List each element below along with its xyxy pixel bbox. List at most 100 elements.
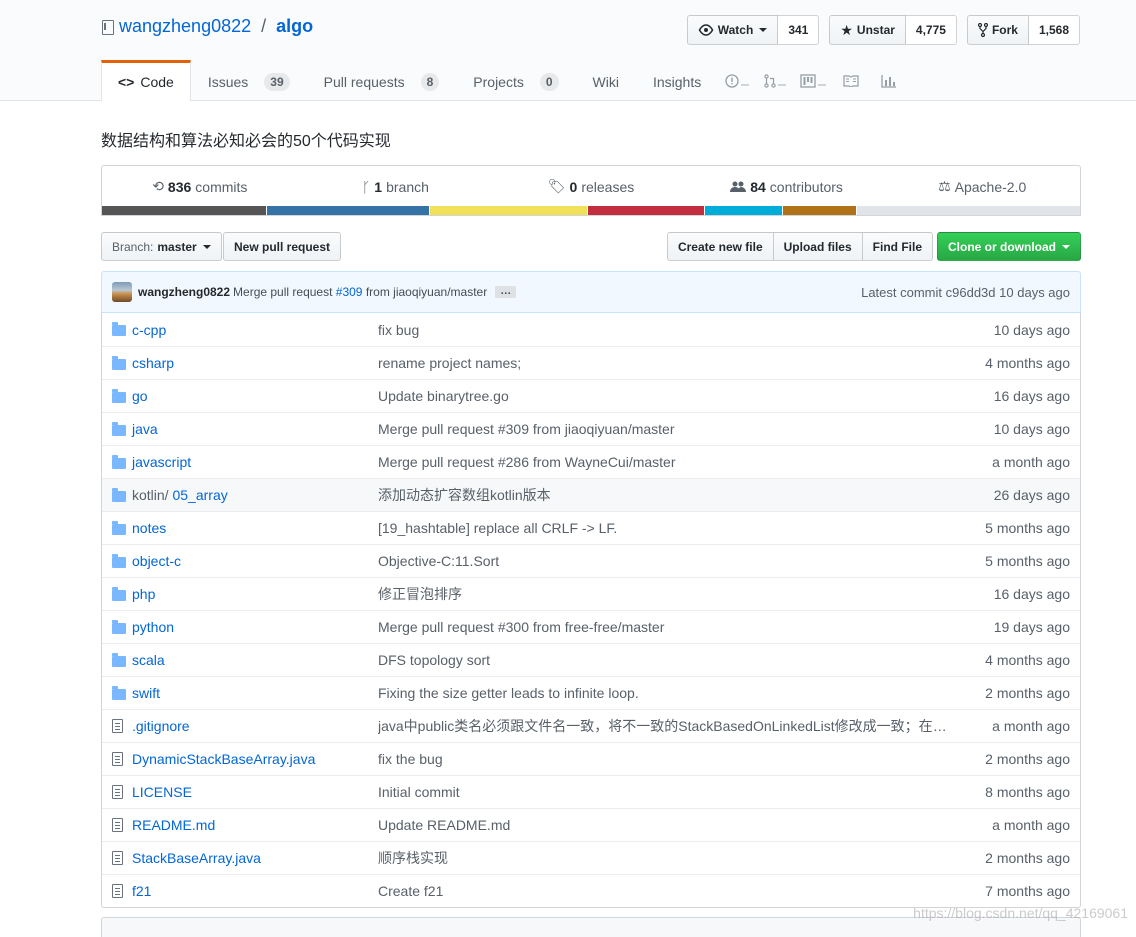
commit-message-link[interactable]: Update binarytree.go	[378, 388, 958, 404]
table-row[interactable]: python Merge pull request #300 from free-…	[102, 610, 1080, 643]
commit-message-link[interactable]: Merge pull request #300 from free-free/m…	[378, 619, 958, 635]
commit-message-link[interactable]: rename project names;	[378, 355, 958, 371]
issue-opened-icon[interactable]	[718, 60, 756, 101]
file-link[interactable]: swift	[132, 685, 160, 701]
file-link[interactable]: python	[132, 619, 174, 635]
table-row[interactable]: StackBaseArray.java 顺序栈实现 2 months ago	[102, 841, 1080, 874]
file-link[interactable]: 05_array	[172, 487, 227, 503]
commit-message-link[interactable]: 添加动态扩容数组kotlin版本	[378, 485, 958, 505]
table-row[interactable]: csharprename project names;4 months ago	[102, 346, 1080, 379]
watch-count[interactable]: 341	[778, 15, 819, 45]
file-link[interactable]: .gitignore	[132, 718, 190, 734]
file-icon	[112, 784, 132, 800]
expand-commit-button[interactable]: …	[495, 286, 516, 298]
commit-sha-link[interactable]: c96dd3d	[946, 285, 996, 300]
commit-age: 2 months ago	[985, 850, 1070, 866]
unstar-button[interactable]: ★ Unstar	[829, 15, 906, 45]
commit-age: a month ago	[992, 454, 1070, 470]
repo-name-link[interactable]: algo	[276, 16, 313, 37]
table-row[interactable]: README.mdUpdate README.mda month ago	[102, 808, 1080, 841]
commit-message-link[interactable]: DFS topology sort	[378, 652, 958, 668]
table-row[interactable]: .gitignore java中public类名必须跟文件名一致，将不一致的Sta…	[102, 709, 1080, 742]
file-name: scala	[132, 652, 378, 668]
create-new-file-button[interactable]: Create new file	[667, 232, 774, 261]
file-link[interactable]: c-cpp	[132, 322, 166, 338]
table-row[interactable]: object-cObjective-C:11.Sort5 months ago	[102, 544, 1080, 577]
tab-pull-requests[interactable]: Pull requests 8	[307, 60, 457, 101]
commit-message-link[interactable]: Initial commit	[378, 784, 958, 800]
branches-link[interactable]: ᚴ 1 branch	[298, 166, 494, 207]
file-link[interactable]: LICENSE	[132, 784, 192, 800]
table-row[interactable]: DynamicStackBaseArray.javafix the bug2 m…	[102, 742, 1080, 775]
git-pull-request-icon[interactable]	[756, 60, 794, 101]
graph-icon[interactable]	[870, 60, 908, 101]
tab-projects[interactable]: Projects 0	[456, 60, 575, 101]
file-link[interactable]: java	[132, 421, 158, 437]
fork-button[interactable]: Fork	[967, 15, 1029, 45]
new-pull-request-button[interactable]: New pull request	[223, 232, 341, 261]
find-file-button[interactable]: Find File	[863, 232, 933, 261]
file-link[interactable]: DynamicStackBaseArray.java	[132, 751, 315, 767]
branch-select-button[interactable]: Branch: master	[101, 232, 222, 261]
file-link[interactable]: StackBaseArray.java	[132, 850, 261, 866]
tab-issues[interactable]: Issues 39	[191, 60, 307, 101]
language-bar[interactable]	[102, 206, 1080, 215]
commit-message-link[interactable]: [19_hashtable] replace all CRLF -> LF.	[378, 520, 958, 536]
table-row[interactable]: swift Fixing the size getter leads to inf…	[102, 676, 1080, 709]
commit-message-link[interactable]: Merge pull request #286 from WayneCui/ma…	[378, 454, 958, 470]
releases-link[interactable]: 🏷 0 releases	[493, 166, 689, 207]
table-row[interactable]: scalaDFS topology sort4 months ago	[102, 643, 1080, 676]
file-link[interactable]: notes	[132, 520, 166, 536]
table-row[interactable]: f21Create f217 months ago	[102, 874, 1080, 907]
latest-commit-label: Latest commit	[861, 285, 942, 300]
language-segment	[783, 206, 857, 215]
file-name: object-c	[132, 553, 378, 569]
license-link[interactable]: ⚖ Apache-2.0	[884, 166, 1080, 207]
commits-link[interactable]: ⟲ 836 commits	[102, 166, 298, 207]
commit-author[interactable]: wangzheng0822	[138, 285, 230, 299]
commit-pr-link[interactable]: #309	[336, 285, 363, 299]
avatar[interactable]	[112, 282, 132, 302]
clone-or-download-button[interactable]: Clone or download	[937, 232, 1081, 261]
commit-message-link[interactable]: 顺序栈实现	[378, 848, 958, 868]
file-name-prefix[interactable]: kotlin/	[132, 487, 169, 503]
book-icon[interactable]	[832, 60, 870, 101]
table-row[interactable]: c-cppfix bug10 days ago	[102, 313, 1080, 346]
commit-message-link[interactable]: Merge pull request #309 from jiaoqiyuan/…	[378, 421, 958, 437]
commit-message-link[interactable]: java中public类名必须跟文件名一致，将不一致的StackBasedOnL…	[378, 716, 958, 736]
tab-insights[interactable]: Insights	[636, 60, 718, 101]
folder-icon	[112, 322, 132, 338]
commit-message-link[interactable]: Fixing the size getter leads to infinite…	[378, 685, 958, 701]
contributors-link[interactable]: 84 contributors	[689, 166, 885, 207]
star-count[interactable]: 4,775	[906, 15, 957, 45]
table-row[interactable]: javascript Merge pull request #286 from W…	[102, 445, 1080, 478]
folder-icon	[112, 355, 132, 371]
file-link[interactable]: README.md	[132, 817, 215, 833]
file-link[interactable]: go	[132, 388, 148, 404]
watch-button[interactable]: Watch	[687, 15, 779, 45]
commit-message-link[interactable]: 修正冒泡排序	[378, 584, 958, 604]
commit-message-link[interactable]: Create f21	[378, 883, 958, 899]
file-link[interactable]: csharp	[132, 355, 174, 371]
table-row[interactable]: java Merge pull request #309 from jiaoqiy…	[102, 412, 1080, 445]
project-icon[interactable]	[794, 60, 832, 101]
file-link[interactable]: object-c	[132, 553, 181, 569]
table-row[interactable]: php修正冒泡排序16 days ago	[102, 577, 1080, 610]
file-link[interactable]: php	[132, 586, 155, 602]
file-link[interactable]: f21	[132, 883, 151, 899]
fork-count[interactable]: 1,568	[1029, 15, 1080, 45]
table-row[interactable]: goUpdate binarytree.go16 days ago	[102, 379, 1080, 412]
commit-message-link[interactable]: fix bug	[378, 322, 958, 338]
repo-owner-link[interactable]: wangzheng0822	[119, 16, 251, 37]
tab-wiki[interactable]: Wiki	[576, 60, 636, 101]
tab-code[interactable]: <> Code	[101, 60, 191, 102]
table-row[interactable]: notes [19_hashtable] replace all CRLF -> …	[102, 511, 1080, 544]
table-row[interactable]: LICENSEInitial commit8 months ago	[102, 775, 1080, 808]
file-link[interactable]: scala	[132, 652, 165, 668]
file-link[interactable]: javascript	[132, 454, 191, 470]
upload-files-button[interactable]: Upload files	[774, 232, 863, 261]
commit-message-link[interactable]: Objective-C:11.Sort	[378, 553, 958, 569]
commit-message-link[interactable]: fix the bug	[378, 751, 958, 767]
commit-message-link[interactable]: Update README.md	[378, 817, 958, 833]
table-row[interactable]: kotlin/ 05_array添加动态扩容数组kotlin版本26 days …	[102, 478, 1080, 511]
